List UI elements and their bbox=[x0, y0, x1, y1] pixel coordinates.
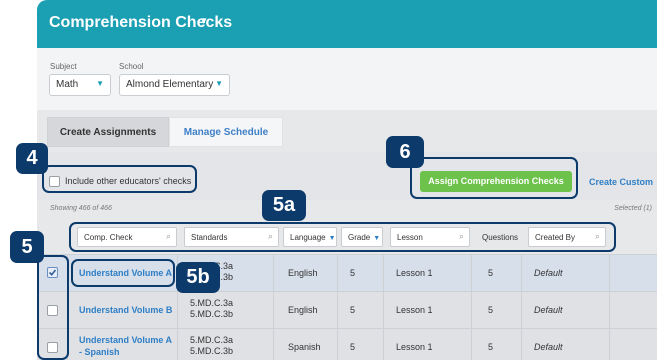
callout-5a: 5a bbox=[262, 190, 306, 221]
column-divider bbox=[609, 292, 610, 328]
standard-code: 5.MD.C.3a bbox=[190, 298, 234, 308]
comp-check-link[interactable]: Understand Volume B bbox=[79, 305, 172, 315]
column-divider bbox=[471, 292, 472, 328]
comp-check-link[interactable]: Understand Volume A bbox=[79, 335, 172, 345]
chevron-down-icon[interactable]: ▾ bbox=[201, 14, 207, 27]
column-divider bbox=[273, 292, 274, 328]
column-divider bbox=[337, 292, 338, 328]
column-divider bbox=[471, 255, 472, 291]
highlight-row-checkboxes bbox=[37, 255, 69, 360]
highlight-comp-check-link bbox=[71, 259, 175, 287]
table-row[interactable]: Understand Volume A - Spanish 5.MD.C.3a … bbox=[37, 328, 657, 360]
tab-bar: Create Assignments Manage Schedule bbox=[37, 110, 657, 152]
column-divider bbox=[273, 255, 274, 291]
lesson-cell: Lesson 1 bbox=[396, 268, 433, 278]
column-divider bbox=[609, 255, 610, 291]
highlight-include-checkbox bbox=[42, 165, 197, 193]
showing-count: Showing 466 of 466 bbox=[50, 205, 112, 212]
chevron-down-icon: ▼ bbox=[96, 79, 104, 88]
comp-check-link-line2[interactable]: - Spanish bbox=[79, 347, 120, 357]
column-divider bbox=[177, 329, 178, 360]
lesson-cell: Lesson 1 bbox=[396, 342, 433, 352]
lesson-cell: Lesson 1 bbox=[396, 305, 433, 315]
questions-cell: 5 bbox=[488, 305, 494, 315]
table-row[interactable]: Understand Volume B 5.MD.C.3a 5.MD.C.3b … bbox=[37, 291, 657, 328]
column-divider bbox=[471, 329, 472, 360]
tab-manage-schedule[interactable]: Manage Schedule bbox=[169, 117, 283, 147]
standard-code: 5.MD.C.3b bbox=[190, 309, 234, 319]
column-divider bbox=[521, 292, 522, 328]
grade-cell: 5 bbox=[350, 268, 356, 278]
created-by-cell: Default bbox=[534, 268, 563, 278]
language-cell: English bbox=[288, 305, 318, 315]
school-label: School bbox=[119, 62, 144, 71]
standard-code: 5.MD.C.3b bbox=[190, 346, 234, 356]
column-divider bbox=[383, 255, 384, 291]
questions-cell: 5 bbox=[488, 342, 494, 352]
column-divider bbox=[337, 329, 338, 360]
column-divider bbox=[383, 292, 384, 328]
grade-cell: 5 bbox=[350, 305, 356, 315]
created-by-cell: Default bbox=[534, 342, 563, 352]
created-by-cell: Default bbox=[534, 305, 563, 315]
callout-5b: 5b bbox=[176, 262, 220, 293]
subject-value: Math bbox=[56, 79, 79, 90]
language-cell: English bbox=[288, 268, 318, 278]
column-divider bbox=[383, 329, 384, 360]
column-divider bbox=[521, 329, 522, 360]
page: Comprehension Checks ▾ Subject Math ▼ Sc… bbox=[0, 0, 657, 360]
column-divider bbox=[337, 255, 338, 291]
callout-6: 6 bbox=[386, 136, 424, 168]
questions-cell: 5 bbox=[488, 268, 494, 278]
column-divider bbox=[521, 255, 522, 291]
column-divider bbox=[177, 292, 178, 328]
subject-select[interactable]: Math ▼ bbox=[49, 74, 111, 96]
column-divider bbox=[609, 329, 610, 360]
highlight-column-filters bbox=[69, 222, 616, 252]
school-select[interactable]: Almond Elementary ▼ bbox=[119, 74, 230, 96]
tab-create-assignments[interactable]: Create Assignments bbox=[47, 117, 169, 147]
school-value: Almond Elementary bbox=[126, 79, 214, 90]
grade-cell: 5 bbox=[350, 342, 356, 352]
highlight-assign-button bbox=[410, 157, 578, 199]
selected-count: Selected (1) bbox=[614, 205, 652, 212]
standard-code: 5.MD.C.3a bbox=[190, 335, 234, 345]
column-divider bbox=[273, 329, 274, 360]
app-header: Comprehension Checks ▾ bbox=[37, 0, 657, 48]
create-custom-link[interactable]: Create Custom bbox=[589, 177, 653, 187]
chevron-down-icon: ▼ bbox=[215, 79, 223, 88]
callout-4: 4 bbox=[16, 143, 48, 174]
language-cell: Spanish bbox=[288, 342, 321, 352]
filter-bar: Subject Math ▼ School Almond Elementary … bbox=[37, 48, 657, 110]
callout-5: 5 bbox=[10, 231, 44, 263]
count-bar: Showing 466 of 466 Selected (1) bbox=[37, 200, 657, 220]
subject-label: Subject bbox=[50, 62, 77, 71]
